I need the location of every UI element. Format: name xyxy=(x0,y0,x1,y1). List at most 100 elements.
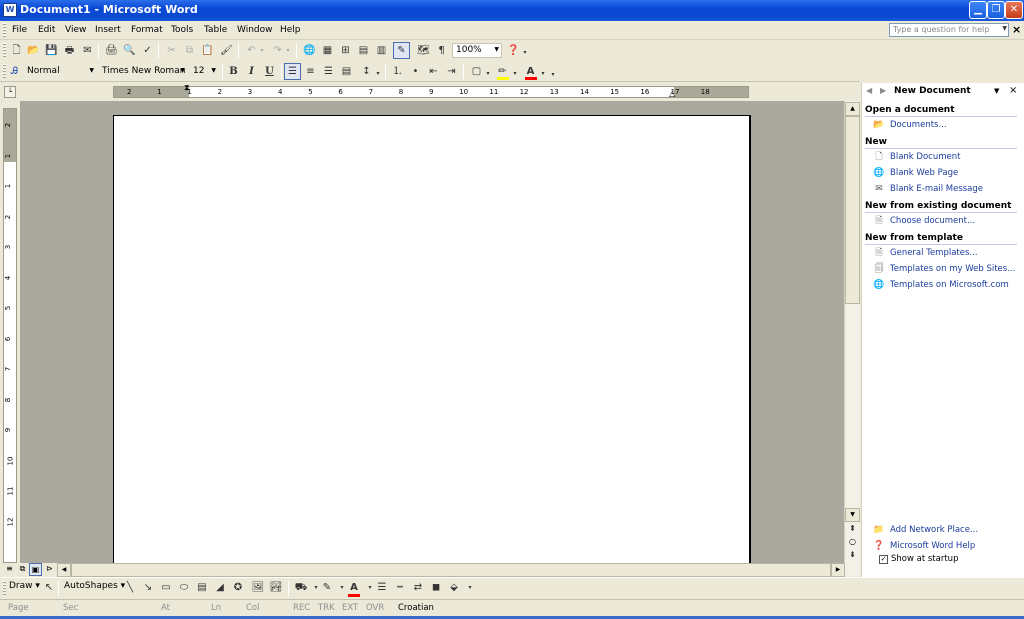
vertical-scroll-thumb[interactable] xyxy=(845,116,860,304)
print-preview-icon[interactable]: 🔍 xyxy=(121,42,138,59)
hyperlink-icon[interactable]: 🌐 xyxy=(301,42,318,59)
autoshapes-menu-button[interactable]: AutoShapes ▾ xyxy=(64,581,125,591)
web-layout-icon[interactable]: ⧉ xyxy=(16,563,29,576)
line-color-icon[interactable]: ✎ xyxy=(319,580,335,596)
fill-color-icon[interactable]: ⛟ xyxy=(293,580,309,596)
underline-button[interactable]: U xyxy=(261,63,278,80)
open-folder-icon[interactable]: 📂 xyxy=(25,42,42,59)
line-spacing-icon[interactable]: ↕ xyxy=(358,63,375,80)
new-document-icon[interactable]: 🗋 xyxy=(8,42,25,59)
show-at-startup-checkbox[interactable]: ✓ xyxy=(879,555,888,564)
choose-document-link[interactable]: Choose document... xyxy=(890,216,975,226)
document-page[interactable] xyxy=(113,115,751,565)
reading-layout-icon[interactable]: ⊳ xyxy=(43,563,56,576)
justify-icon[interactable]: ▤ xyxy=(338,63,355,80)
horizontal-ruler[interactable]: 2 1 1 2 3 4 5 6 7 8 9 10 11 12 13 14 15 16 17 18 xyxy=(113,86,749,98)
styles-formatting-icon[interactable]: Ꭿ xyxy=(6,63,23,80)
italic-button[interactable]: I xyxy=(243,63,260,80)
scroll-up-icon[interactable]: ▲ xyxy=(845,102,860,116)
increase-indent-icon[interactable]: ⇥ xyxy=(443,63,460,80)
copy-icon[interactable]: ⧉ xyxy=(181,42,198,59)
templates-microsoft-link[interactable]: Templates on Microsoft.com xyxy=(890,280,1009,290)
select-objects-icon[interactable]: ↖ xyxy=(41,580,57,596)
menu-window[interactable]: Window xyxy=(237,25,273,35)
menubar-grip[interactable] xyxy=(3,23,6,38)
horizontal-scroll-thumb[interactable] xyxy=(71,563,831,577)
scroll-left-icon[interactable]: ◀ xyxy=(57,563,71,577)
word-app-icon[interactable]: W xyxy=(3,3,17,17)
bullets-icon[interactable]: • xyxy=(407,63,424,80)
documents-link[interactable]: Documents... xyxy=(890,120,947,130)
save-icon[interactable]: 💾 xyxy=(43,42,60,59)
blank-web-page-link[interactable]: Blank Web Page xyxy=(890,168,958,178)
line-icon[interactable]: ╲ xyxy=(122,580,138,596)
permission-icon[interactable]: 🖶 xyxy=(61,42,78,59)
help-question-input[interactable]: Type a question for help ▼ xyxy=(889,23,1009,37)
back-icon[interactable]: ◀ xyxy=(866,86,872,95)
spelling-icon[interactable]: ✓ xyxy=(139,42,156,59)
status-rec[interactable]: REC xyxy=(293,603,310,613)
3d-style-icon[interactable]: ⬙ xyxy=(446,580,462,596)
shadow-style-icon[interactable]: ◼ xyxy=(428,580,444,596)
menu-view[interactable]: View xyxy=(65,25,86,35)
arrow-icon[interactable]: ↘ xyxy=(140,580,156,596)
clip-art-icon[interactable]: 🖼 xyxy=(250,580,266,596)
menu-help[interactable]: Help xyxy=(280,25,301,35)
status-trk[interactable]: TRK xyxy=(318,603,335,613)
scroll-right-icon[interactable]: ▶ xyxy=(831,563,845,577)
style-combo[interactable]: Normal ▼ xyxy=(23,64,97,79)
picture-icon[interactable]: 🏞 xyxy=(268,580,284,596)
task-pane-menu-icon[interactable]: ▼ xyxy=(994,87,999,95)
oval-icon[interactable]: ⬭ xyxy=(176,580,192,596)
blank-document-link[interactable]: Blank Document xyxy=(890,152,960,162)
restore-button[interactable]: ❐ xyxy=(987,1,1005,19)
toolbar-grip[interactable] xyxy=(3,43,6,58)
menu-file[interactable]: File xyxy=(12,25,27,35)
borders-dropdown-icon[interactable]: ▾ xyxy=(484,65,492,82)
align-left-icon[interactable]: ☰ xyxy=(284,63,301,80)
status-ext[interactable]: EXT xyxy=(342,603,358,613)
wordart-icon[interactable]: ◢ xyxy=(212,580,228,596)
minimize-button[interactable]: ▁ xyxy=(969,1,987,19)
forward-icon[interactable]: ▶ xyxy=(880,86,886,95)
zoom-combo[interactable]: 100% ▼ xyxy=(452,43,502,58)
task-pane-close-icon[interactable]: × xyxy=(1009,85,1017,96)
print-icon[interactable]: 🖨 xyxy=(103,42,120,59)
font-combo[interactable]: Times New Roman ▼ xyxy=(98,64,188,79)
menu-edit[interactable]: Edit xyxy=(38,25,55,35)
select-browse-object-icon[interactable]: ○ xyxy=(846,536,859,548)
status-language[interactable]: Croatian xyxy=(398,603,434,613)
print-layout-icon[interactable]: ▣ xyxy=(29,563,42,576)
vertical-ruler[interactable]: 2 1 1 2 3 4 5 6 7 8 9 10 11 12 xyxy=(3,108,17,563)
menu-table[interactable]: Table xyxy=(204,25,227,35)
blank-email-link[interactable]: Blank E-mail Message xyxy=(890,184,983,194)
chevron-down-icon[interactable]: ▼ xyxy=(211,67,216,74)
dash-style-icon[interactable]: ┅ xyxy=(392,580,408,596)
show-hide-icon[interactable]: ¶ xyxy=(433,42,450,59)
bold-button[interactable]: B xyxy=(225,63,242,80)
arrow-style-icon[interactable]: ⇄ xyxy=(410,580,426,596)
highlight-dropdown-icon[interactable]: ▾ xyxy=(511,65,519,82)
line-style-icon[interactable]: ☰ xyxy=(374,580,390,596)
draw-menu-button[interactable]: Draw ▾ xyxy=(9,581,40,591)
templates-web-sites-link[interactable]: Templates on my Web Sites... xyxy=(890,264,1015,274)
chevron-down-icon[interactable]: ▼ xyxy=(180,67,185,74)
add-network-place-link[interactable]: Add Network Place... xyxy=(890,525,978,535)
menu-insert[interactable]: Insert xyxy=(95,25,121,35)
columns-icon[interactable]: ▥ xyxy=(373,42,390,59)
status-ovr[interactable]: OVR xyxy=(366,603,384,613)
toolbar-options-icon[interactable]: ▾ xyxy=(462,580,478,596)
diagram-icon[interactable]: ✪ xyxy=(230,580,246,596)
align-center-icon[interactable]: ≡ xyxy=(302,63,319,80)
right-indent-marker[interactable]: △ xyxy=(669,89,675,98)
redo-dropdown-icon[interactable]: ▾ xyxy=(284,42,292,59)
scroll-down-icon[interactable]: ▼ xyxy=(845,508,860,522)
chevron-down-icon[interactable]: ▼ xyxy=(89,67,94,74)
undo-dropdown-icon[interactable]: ▾ xyxy=(258,42,266,59)
toolbar-options-icon[interactable]: ▾ xyxy=(549,66,557,83)
rectangle-icon[interactable]: ▭ xyxy=(158,580,174,596)
decrease-indent-icon[interactable]: ⇤ xyxy=(425,63,442,80)
line-spacing-dropdown-icon[interactable]: ▾ xyxy=(374,65,382,82)
indent-marker[interactable]: ⧗ xyxy=(184,83,190,93)
document-map-icon[interactable]: 🗺 xyxy=(415,42,432,59)
